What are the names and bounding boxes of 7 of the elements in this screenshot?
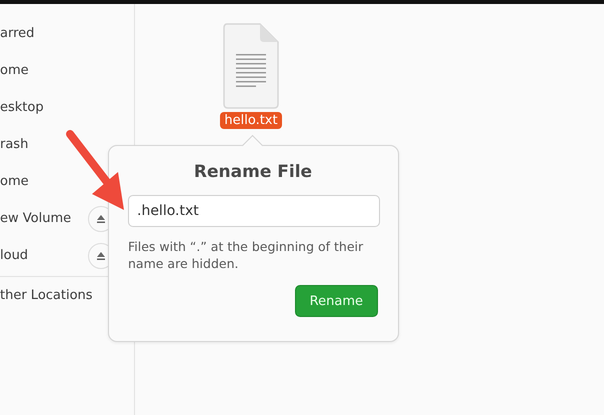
filename-input-field[interactable]: .hello.txt — [128, 195, 380, 227]
popover-title: Rename File — [192, 162, 314, 182]
hint-text: Files with “.” at the beginning of their name are hidden. — [128, 238, 364, 272]
sidebar-item[interactable]: ome — [0, 52, 134, 89]
file-name-label[interactable]: hello.txt — [220, 112, 282, 129]
sidebar-item[interactable]: arred — [0, 15, 134, 52]
sidebar-item[interactable]: esktop — [0, 89, 134, 126]
